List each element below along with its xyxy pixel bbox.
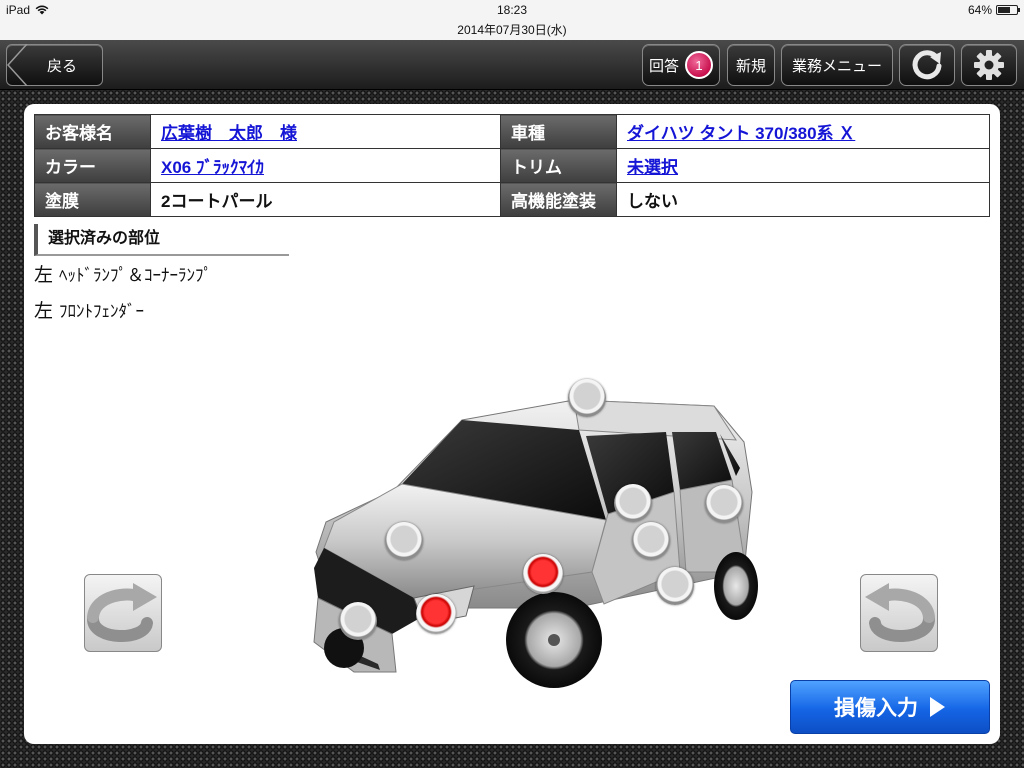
vehicle-info-table: お客様名 広葉樹 太郎 様 車種 ダイハツ タント 370/380系 Ｘ カラー… (34, 114, 990, 217)
selected-part-side: 左 (34, 265, 54, 286)
info-row: お客様名 広葉樹 太郎 様 車種 ダイハツ タント 370/380系 Ｘ (34, 114, 990, 149)
answer-button[interactable]: 回答 1 (642, 44, 720, 86)
damage-input-button[interactable]: 損傷入力 (790, 680, 990, 734)
color-label: カラー (34, 148, 151, 183)
high-performance-coating-cell: しない (616, 182, 990, 217)
part-marker-rear-door-window[interactable] (705, 485, 743, 523)
refresh-button[interactable] (899, 44, 955, 86)
trim-label: トリム (500, 148, 617, 183)
part-marker-front-fender-selected[interactable] (523, 554, 563, 594)
trim-link[interactable]: 未選択 (627, 158, 678, 177)
car-model-cell[interactable]: ダイハツ タント 370/380系 Ｘ (616, 114, 990, 149)
coating-label: 塗膜 (34, 182, 151, 217)
car-model-label: 車種 (500, 114, 617, 149)
color-cell[interactable]: X06 ﾌﾞﾗｯｸﾏｲｶ (150, 148, 501, 183)
battery-percent: 64% (967, 3, 992, 17)
trim-cell[interactable]: 未選択 (616, 148, 990, 183)
car-model-link[interactable]: ダイハツ タント 370/380系 Ｘ (627, 124, 855, 143)
damage-input-label: 損傷入力 (834, 697, 918, 720)
car-diagram (274, 372, 774, 712)
coating-value: 2コートパール (161, 192, 273, 211)
part-marker-headlamp-selected[interactable] (416, 594, 456, 634)
rotate-left-button[interactable] (84, 574, 162, 652)
toolbar: 戻る 回答 1 新規 業務メニュー (0, 40, 1024, 90)
part-marker-front-door[interactable] (632, 522, 670, 560)
back-label: 戻る (47, 57, 78, 75)
selected-part-item: 左 ﾌﾛﾝﾄﾌｪﾝﾀﾞｰ (34, 296, 144, 323)
business-menu-label: 業務メニュー (791, 57, 882, 75)
coating-cell: 2コートパール (150, 182, 501, 217)
high-performance-coating-value: しない (627, 192, 678, 211)
battery-fill (998, 7, 1010, 13)
car-image (313, 399, 758, 688)
main-panel: お客様名 広葉樹 太郎 様 車種 ダイハツ タント 370/380系 Ｘ カラー… (24, 104, 1000, 744)
info-row: 塗膜 2コートパール 高機能塗装 しない (34, 182, 990, 217)
info-row: カラー X06 ﾌﾞﾗｯｸﾏｲｶ トリム 未選択 (34, 148, 990, 183)
part-marker-side-sill[interactable] (656, 567, 694, 605)
answer-count-badge: 1 (685, 51, 713, 79)
customer-name-cell[interactable]: 広葉樹 太郎 様 (150, 114, 501, 149)
battery-icon (996, 5, 1020, 15)
part-marker-front-door-window[interactable] (614, 484, 652, 522)
selected-part-item: 左 ﾍｯﾄﾞﾗﾝﾌﾟ＆ｺｰﾅｰﾗﾝﾌﾟ (34, 260, 212, 287)
rotate-right-icon (865, 583, 935, 642)
part-marker-front-bumper[interactable] (339, 602, 377, 640)
gear-icon (974, 50, 1004, 80)
selected-parts-heading: 選択済みの部位 (34, 224, 289, 256)
settings-button[interactable] (961, 44, 1017, 86)
part-marker-hood[interactable] (385, 522, 423, 560)
status-time: 18:23 (496, 3, 528, 17)
status-date: 2014年07月30日(水) (457, 23, 567, 37)
new-button[interactable]: 新規 (727, 44, 775, 86)
refresh-icon (912, 50, 942, 80)
color-link[interactable]: X06 ﾌﾞﾗｯｸﾏｲｶ (161, 158, 264, 177)
play-arrow-icon (930, 697, 945, 717)
back-button[interactable]: 戻る (6, 44, 103, 86)
rotate-left-icon (87, 583, 157, 642)
selected-part-name: ﾌﾛﾝﾄﾌｪﾝﾀﾞｰ (59, 302, 145, 321)
answer-label: 回答 (648, 57, 679, 75)
new-label: 新規 (735, 57, 766, 75)
status-bar: iPad 18:23 2014年07月30日(水) 64% (0, 0, 1024, 40)
selected-part-name: ﾍｯﾄﾞﾗﾝﾌﾟ＆ｺｰﾅｰﾗﾝﾌﾟ (59, 266, 213, 285)
customer-label: お客様名 (34, 114, 151, 149)
status-right: 64% (967, 3, 1020, 17)
business-menu-button[interactable]: 業務メニュー (781, 44, 893, 86)
part-marker-roof[interactable] (568, 379, 606, 417)
back-chevron-icon (6, 44, 28, 86)
customer-name-link[interactable]: 広葉樹 太郎 様 (161, 124, 297, 143)
rotate-right-button[interactable] (860, 574, 938, 652)
selected-part-side: 左 (34, 301, 54, 322)
high-performance-coating-label: 高機能塗装 (500, 182, 617, 217)
